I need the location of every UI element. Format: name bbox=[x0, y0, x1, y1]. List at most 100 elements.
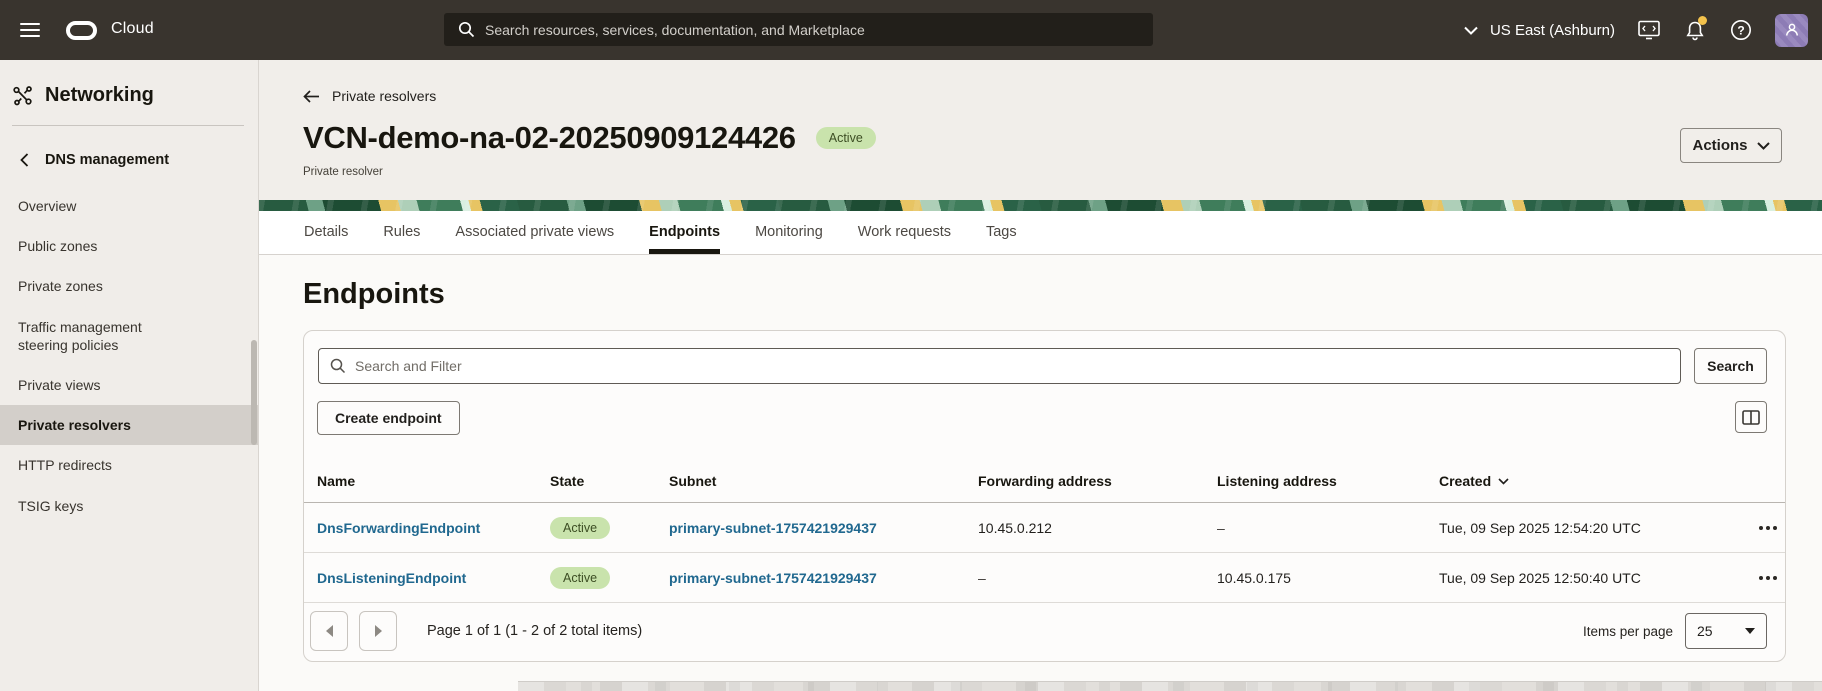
sidebar-section-dns-management[interactable]: DNS management bbox=[0, 126, 258, 168]
global-search bbox=[444, 13, 1153, 46]
col-header-created-sort[interactable]: Created bbox=[1439, 473, 1751, 489]
subnet-link[interactable]: primary-subnet-1757421929437 bbox=[669, 570, 877, 586]
column-settings-button[interactable] bbox=[1735, 401, 1767, 433]
status-badge: Active bbox=[816, 127, 876, 149]
endpoint-name-link[interactable]: DnsListeningEndpoint bbox=[317, 570, 466, 586]
breadcrumb-label: Private resolvers bbox=[332, 88, 436, 104]
sidebar-item-private-zones[interactable]: Private zones bbox=[0, 266, 258, 306]
chevron-down-icon bbox=[1757, 142, 1770, 150]
chevron-left-icon bbox=[20, 153, 29, 167]
subnet-link[interactable]: primary-subnet-1757421929437 bbox=[669, 520, 877, 536]
cloud-shell-icon[interactable] bbox=[1637, 18, 1661, 42]
items-per-page-value: 25 bbox=[1697, 623, 1713, 639]
page-summary: Page 1 of 1 (1 - 2 of 2 total items) bbox=[427, 623, 642, 639]
search-filter-input[interactable] bbox=[318, 348, 1681, 384]
tab-monitoring[interactable]: Monitoring bbox=[755, 211, 823, 254]
title-row: VCN-demo-na-02-20250909124426 Active bbox=[303, 120, 876, 156]
state-badge: Active bbox=[550, 517, 610, 539]
topbar: Cloud US East (Ashburn) ? bbox=[0, 0, 1822, 60]
forwarding-address-cell: 10.45.0.212 bbox=[978, 520, 1217, 536]
breadcrumb[interactable]: Private resolvers bbox=[303, 88, 436, 104]
items-per-page-label: Items per page bbox=[1583, 624, 1673, 639]
tab-associated-private-views[interactable]: Associated private views bbox=[455, 211, 614, 254]
filter-input-wrap bbox=[318, 348, 1681, 384]
page-title: VCN-demo-na-02-20250909124426 bbox=[303, 120, 796, 156]
sidebar: Networking DNS management Overview Publi… bbox=[0, 60, 259, 691]
sort-chevron-icon bbox=[1498, 478, 1509, 485]
col-header-created: Created bbox=[1439, 473, 1491, 489]
sidebar-item-tsig-keys[interactable]: TSIG keys bbox=[0, 486, 258, 526]
networking-icon bbox=[12, 85, 34, 107]
notification-badge bbox=[1698, 16, 1707, 25]
table-row: DnsListeningEndpoint Active primary-subn… bbox=[304, 553, 1785, 603]
svg-text:?: ? bbox=[1737, 23, 1744, 37]
endpoints-table: Name State Subnet Forwarding address Lis… bbox=[304, 451, 1785, 603]
next-page-button[interactable] bbox=[359, 611, 397, 651]
tab-endpoints[interactable]: Endpoints bbox=[649, 211, 720, 254]
footer-decorative-strip bbox=[518, 681, 1822, 691]
table-header-row: Name State Subnet Forwarding address Lis… bbox=[304, 451, 1785, 503]
listening-address-cell: 10.45.0.175 bbox=[1217, 570, 1439, 586]
col-header-listening: Listening address bbox=[1217, 473, 1439, 489]
global-search-input[interactable] bbox=[485, 22, 1153, 38]
hamburger-menu-icon[interactable] bbox=[20, 23, 40, 37]
sidebar-item-private-resolvers[interactable]: Private resolvers bbox=[0, 405, 258, 445]
sidebar-item-http-redirects[interactable]: HTTP redirects bbox=[0, 445, 258, 485]
region-label: US East (Ashburn) bbox=[1490, 22, 1615, 39]
oci-console: Cloud US East (Ashburn) ? bbox=[0, 0, 1822, 691]
table-row: DnsForwardingEndpoint Active primary-sub… bbox=[304, 503, 1785, 553]
forwarding-address-cell: – bbox=[978, 570, 1217, 586]
user-avatar[interactable] bbox=[1775, 14, 1808, 47]
endpoint-name-link[interactable]: DnsForwardingEndpoint bbox=[317, 520, 480, 536]
tab-details[interactable]: Details bbox=[304, 211, 348, 254]
row-actions-kebab-icon[interactable] bbox=[1754, 567, 1782, 589]
tabbar: Details Rules Associated private views E… bbox=[259, 211, 1822, 255]
search-icon bbox=[458, 21, 475, 38]
tab-rules[interactable]: Rules bbox=[383, 211, 420, 254]
created-cell: Tue, 09 Sep 2025 12:54:20 UTC bbox=[1439, 520, 1751, 536]
columns-icon bbox=[1742, 410, 1760, 425]
help-icon[interactable]: ? bbox=[1729, 18, 1753, 42]
actions-button[interactable]: Actions bbox=[1680, 128, 1782, 163]
sidebar-header: Networking bbox=[0, 60, 258, 107]
tab-tags[interactable]: Tags bbox=[986, 211, 1017, 254]
topbar-right: US East (Ashburn) ? bbox=[1464, 0, 1808, 60]
select-caret-icon bbox=[1745, 628, 1755, 634]
region-selector[interactable]: US East (Ashburn) bbox=[1464, 22, 1615, 39]
next-arrow-icon bbox=[375, 625, 382, 637]
chevron-down-icon bbox=[1464, 26, 1478, 35]
main-area: Private resolvers VCN-demo-na-02-2025090… bbox=[259, 60, 1822, 691]
table-toolbar: Create endpoint bbox=[317, 401, 1767, 435]
row-actions-kebab-icon[interactable] bbox=[1754, 517, 1782, 539]
col-header-subnet: Subnet bbox=[669, 473, 978, 489]
created-cell: Tue, 09 Sep 2025 12:50:40 UTC bbox=[1439, 570, 1751, 586]
items-per-page-select[interactable]: 25 bbox=[1685, 613, 1767, 649]
resource-type-label: Private resolver bbox=[303, 166, 383, 178]
oracle-logo bbox=[66, 21, 97, 40]
sidebar-list: Overview Public zones Private zones Traf… bbox=[0, 186, 258, 526]
filter-row: Search bbox=[318, 348, 1767, 384]
sidebar-scrollbar[interactable] bbox=[251, 340, 257, 445]
decorative-banner bbox=[259, 200, 1822, 211]
search-button[interactable]: Search bbox=[1694, 348, 1767, 384]
items-per-page: Items per page 25 bbox=[1583, 613, 1767, 649]
sidebar-item-traffic-management[interactable]: Traffic management steering policies bbox=[0, 307, 215, 365]
notifications-bell-icon[interactable] bbox=[1683, 18, 1707, 42]
prev-page-button[interactable] bbox=[310, 611, 348, 651]
sidebar-item-overview[interactable]: Overview bbox=[0, 186, 258, 226]
sidebar-title: Networking bbox=[45, 84, 154, 107]
sidebar-item-public-zones[interactable]: Public zones bbox=[0, 226, 258, 266]
sidebar-item-private-views[interactable]: Private views bbox=[0, 365, 258, 405]
page-header: Private resolvers VCN-demo-na-02-2025090… bbox=[259, 60, 1822, 200]
create-endpoint-button[interactable]: Create endpoint bbox=[317, 401, 460, 435]
actions-label: Actions bbox=[1692, 137, 1747, 154]
endpoints-heading: Endpoints bbox=[303, 278, 445, 311]
sidebar-section-label: DNS management bbox=[45, 152, 169, 168]
tab-work-requests[interactable]: Work requests bbox=[858, 211, 951, 254]
search-icon bbox=[330, 358, 346, 374]
state-badge: Active bbox=[550, 567, 610, 589]
endpoints-panel: Search Create endpoint Name State Subnet… bbox=[303, 330, 1786, 662]
prev-arrow-icon bbox=[326, 625, 333, 637]
listening-address-cell: – bbox=[1217, 520, 1439, 536]
col-header-name: Name bbox=[317, 473, 550, 489]
